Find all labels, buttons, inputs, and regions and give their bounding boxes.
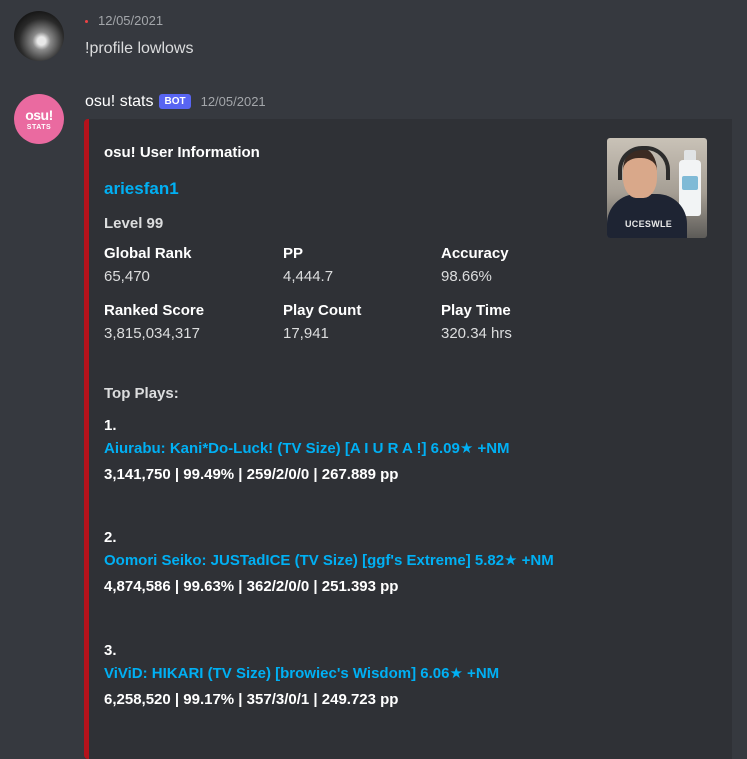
- thumbnail-shirt-text: UCESWLE: [625, 219, 673, 229]
- bot-avatar[interactable]: osu! STATS: [14, 94, 64, 144]
- top-play-beatmap-link[interactable]: Aiurabu: Kani*Do-Luck! (TV Size) [A I U …: [104, 439, 510, 457]
- thumbnail-headset: [618, 146, 670, 180]
- field-name: Ranked Score: [104, 302, 205, 319]
- message-timestamp: 12/05/2021: [98, 13, 164, 28]
- top-play-rank: 3.: [104, 642, 117, 659]
- top-play-item: 1. Aiurabu: Kani*Do-Luck! (TV Size) [A I…: [104, 417, 510, 483]
- top-play-stats: 6,258,520 | 99.17% | 357/3/0/1 | 249.723…: [104, 691, 399, 708]
- field-value: 3,815,034,317: [104, 325, 200, 342]
- embed-thumbnail-image[interactable]: UCESWLE: [607, 138, 707, 238]
- field-global-rank: Global Rank 65,470: [104, 245, 192, 285]
- user-avatar[interactable]: [14, 11, 64, 61]
- field-name: Play Time: [441, 302, 511, 319]
- field-value: 98.66%: [441, 268, 492, 285]
- embed-title-link[interactable]: ariesfan1: [104, 179, 179, 199]
- field-name: Play Count: [283, 302, 362, 319]
- field-name: Accuracy: [441, 245, 509, 262]
- field-ranked-score: Ranked Score 3,815,034,317: [104, 302, 204, 342]
- message-timestamp: 12/05/2021: [200, 94, 266, 109]
- top-plays-heading: Top Plays:: [104, 385, 179, 402]
- embed-description: Level 99: [104, 215, 164, 232]
- field-accuracy: Accuracy 98.66%: [441, 245, 509, 285]
- field-value: 65,470: [104, 268, 150, 285]
- top-play-stats: 4,874,586 | 99.63% | 362/2/0/0 | 251.393…: [104, 578, 399, 595]
- field-play-time: Play Time 320.34 hrs: [441, 302, 512, 342]
- bot-avatar-sub-text: STATS: [26, 123, 52, 131]
- embed-author: osu! User Information: [104, 144, 260, 161]
- bot-tag-badge: BOT: [159, 94, 191, 109]
- field-pp: PP 4,444.7: [283, 245, 333, 285]
- bot-avatar-logo-text: osu!: [25, 106, 53, 123]
- thumbnail-bottle-label: [682, 176, 698, 190]
- field-name: Global Rank: [104, 245, 192, 262]
- message-header: 12/05/2021: [85, 13, 163, 28]
- field-value: 4,444.7: [283, 268, 334, 285]
- field-value: 17,941: [283, 325, 329, 342]
- message-content: !profile lowlows: [85, 40, 194, 57]
- field-value: 320.34 hrs: [441, 325, 512, 342]
- field-name: PP: [283, 245, 304, 262]
- message-header: osu! stats BOT 12/05/2021: [85, 93, 266, 111]
- top-play-rank: 1.: [104, 417, 117, 434]
- top-play-beatmap-link[interactable]: Oomori Seiko: JUSTadICE (TV Size) [ggf's…: [104, 551, 554, 569]
- message-user-command: 12/05/2021 !profile lowlows: [0, 0, 747, 80]
- status-dot: [85, 20, 88, 23]
- top-play-stats: 3,141,750 | 99.49% | 259/2/0/0 | 267.889…: [104, 466, 399, 483]
- top-play-beatmap-link[interactable]: ViViD: HIKARI (TV Size) [browiec's Wisdo…: [104, 664, 499, 682]
- thumbnail-shirt: [607, 194, 687, 238]
- top-play-item: 2. Oomori Seiko: JUSTadICE (TV Size) [gg…: [104, 529, 554, 595]
- top-play-rank: 2.: [104, 529, 117, 546]
- message-bot-response: osu! STATS osu! stats BOT 12/05/2021 osu…: [0, 84, 747, 759]
- top-play-item: 3. ViViD: HIKARI (TV Size) [browiec's Wi…: [104, 642, 499, 708]
- field-play-count: Play Count 17,941: [283, 302, 361, 342]
- bot-username[interactable]: osu! stats: [85, 93, 153, 111]
- profile-embed: osu! User Information ariesfan1 Level 99…: [84, 119, 732, 759]
